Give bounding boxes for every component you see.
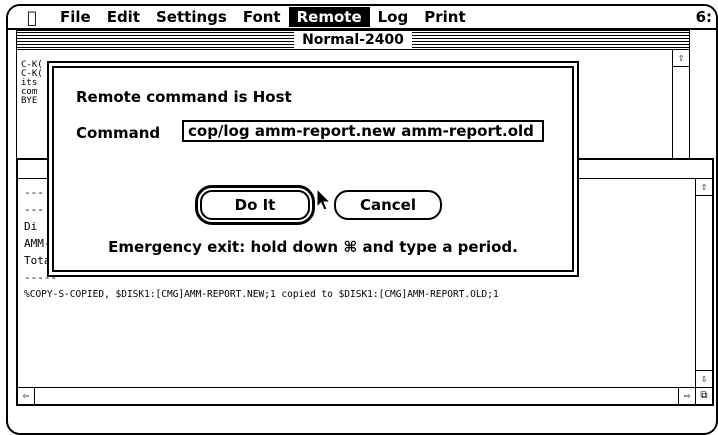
scroll-right-arrow-icon[interactable]: ⇨: [678, 388, 695, 404]
scroll-down-arrow-icon[interactable]: ⇩: [696, 370, 712, 387]
terminal-line: %COPY-S-COPIED, $DISK1:[CMG]AMM-REPORT.N…: [24, 289, 499, 300]
back-line: BYE: [21, 96, 38, 106]
terminal-vertical-scrollbar[interactable]: ⇧ ⇩: [695, 179, 712, 387]
back-window-title: Normal-2400: [294, 31, 412, 49]
do-it-button[interactable]: Do It: [195, 185, 315, 225]
emergency-exit-note: Emergency exit: hold down ⌘ and type a p…: [108, 238, 518, 256]
menu-edit[interactable]: Edit: [99, 7, 148, 27]
resize-box-icon[interactable]: ⧉: [695, 387, 712, 404]
command-input[interactable]: [182, 120, 544, 142]
remote-command-dialog: Remote command is Host Command Do It Can…: [52, 66, 574, 272]
screen:  File Edit Settings Font Remote Log Pri…: [6, 4, 718, 435]
menu-bar:  File Edit Settings Font Remote Log Pri…: [8, 6, 716, 30]
scroll-up-arrow-icon[interactable]: ⇧: [696, 179, 712, 196]
menu-print[interactable]: Print: [416, 7, 473, 27]
back-window-title-bar[interactable]: Normal-2400: [17, 31, 689, 50]
apple-icon[interactable]: : [22, 8, 42, 27]
menu-remote[interactable]: Remote: [288, 7, 370, 27]
scroll-left-arrow-icon[interactable]: ⇦: [18, 388, 35, 404]
menu-clock: 6:: [695, 8, 712, 26]
menu-font[interactable]: Font: [235, 7, 289, 27]
back-window-text: C-K( C-K( its com BYE: [21, 61, 43, 106]
scroll-up-arrow-icon[interactable]: ⇧: [673, 50, 689, 67]
command-label: Command: [76, 124, 161, 142]
terminal-horizontal-scrollbar[interactable]: ⇦ ⇨: [18, 387, 695, 404]
cancel-button[interactable]: Cancel: [334, 190, 442, 220]
mouse-pointer-icon: [316, 188, 332, 211]
menu-file[interactable]: File: [52, 7, 99, 27]
menu-log[interactable]: Log: [370, 7, 417, 27]
dialog-title: Remote command is Host: [76, 88, 292, 106]
menu-settings[interactable]: Settings: [148, 7, 235, 27]
